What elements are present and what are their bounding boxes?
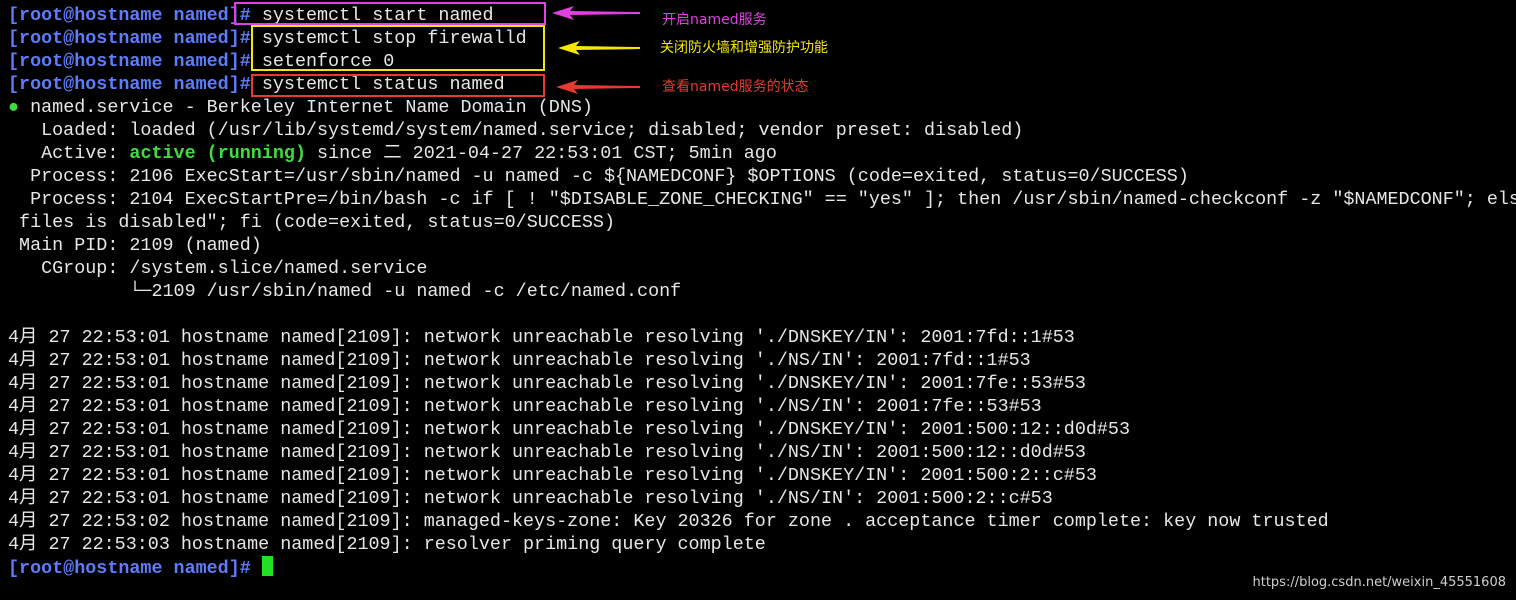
active-state: active (running) bbox=[129, 143, 306, 164]
process-line-1: Process: 2106 ExecStart=/usr/sbin/named … bbox=[8, 166, 1189, 187]
shell-prompt: [root@hostname named]# bbox=[8, 28, 251, 49]
log-line: 4月 27 22:53:01 hostname named[2109]: net… bbox=[8, 396, 1042, 417]
log-line: 4月 27 22:53:03 hostname named[2109]: res… bbox=[8, 534, 766, 555]
text-cursor[interactable] bbox=[261, 556, 273, 576]
log-line: 4月 27 22:53:01 hostname named[2109]: net… bbox=[8, 373, 1086, 394]
active-since: since 二 2021-04-27 22:53:01 CST; 5min ag… bbox=[306, 143, 777, 164]
shell-prompt: [root@hostname named]# bbox=[8, 558, 251, 579]
terminal-window[interactable]: [root@hostname named]# systemctl start n… bbox=[0, 0, 1516, 600]
service-name: named.service - Berkeley Internet Name D… bbox=[19, 97, 593, 118]
log-line: 4月 27 22:53:02 hostname named[2109]: man… bbox=[8, 511, 1329, 532]
main-pid-line: Main PID: 2109 (named) bbox=[8, 235, 262, 256]
annotation-check-status: 查看named服务的状态 bbox=[662, 79, 809, 95]
log-line: 4月 27 22:53:01 hostname named[2109]: net… bbox=[8, 350, 1031, 371]
process-line-2: Process: 2104 ExecStartPre=/bin/bash -c … bbox=[8, 189, 1516, 210]
shell-prompt: [root@hostname named]# bbox=[8, 5, 251, 26]
cgroup-child-line: └─2109 /usr/sbin/named -u named -c /etc/… bbox=[8, 281, 682, 302]
highlight-box-status-command bbox=[251, 74, 545, 97]
highlight-box-start-command bbox=[234, 2, 546, 25]
yellow-arrow-icon bbox=[558, 41, 640, 55]
annotation-start-service: 开启named服务 bbox=[662, 12, 767, 28]
log-line: 4月 27 22:53:01 hostname named[2109]: net… bbox=[8, 327, 1075, 348]
active-line: Active: active (running) since 二 2021-04… bbox=[8, 142, 777, 165]
service-line: ● named.service - Berkeley Internet Name… bbox=[8, 96, 593, 119]
shell-prompt: [root@hostname named]# bbox=[8, 74, 251, 95]
active-label: Active: bbox=[8, 143, 130, 164]
highlight-box-firewall-commands bbox=[251, 25, 545, 71]
red-arrow-icon bbox=[556, 80, 640, 94]
log-line: 4月 27 22:53:01 hostname named[2109]: net… bbox=[8, 419, 1131, 440]
log-line: 4月 27 22:53:01 hostname named[2109]: net… bbox=[8, 488, 1053, 509]
active-prompt-line[interactable]: [root@hostname named]# bbox=[8, 556, 273, 579]
watermark: https://blog.csdn.net/weixin_45551608 bbox=[1252, 575, 1506, 590]
magenta-arrow-icon bbox=[552, 6, 640, 20]
annotation-disable-firewall: 关闭防火墙和增强防护功能 bbox=[660, 40, 828, 56]
shell-prompt: [root@hostname named]# bbox=[8, 51, 251, 72]
cgroup-line: CGroup: /system.slice/named.service bbox=[8, 258, 428, 279]
log-line: 4月 27 22:53:01 hostname named[2109]: net… bbox=[8, 465, 1097, 486]
process-line-2-continued: files is disabled"; fi (code=exited, sta… bbox=[8, 212, 615, 233]
status-dot-icon: ● bbox=[8, 97, 20, 118]
loaded-line: Loaded: loaded (/usr/lib/systemd/system/… bbox=[8, 120, 1024, 141]
log-line: 4月 27 22:53:01 hostname named[2109]: net… bbox=[8, 442, 1086, 463]
